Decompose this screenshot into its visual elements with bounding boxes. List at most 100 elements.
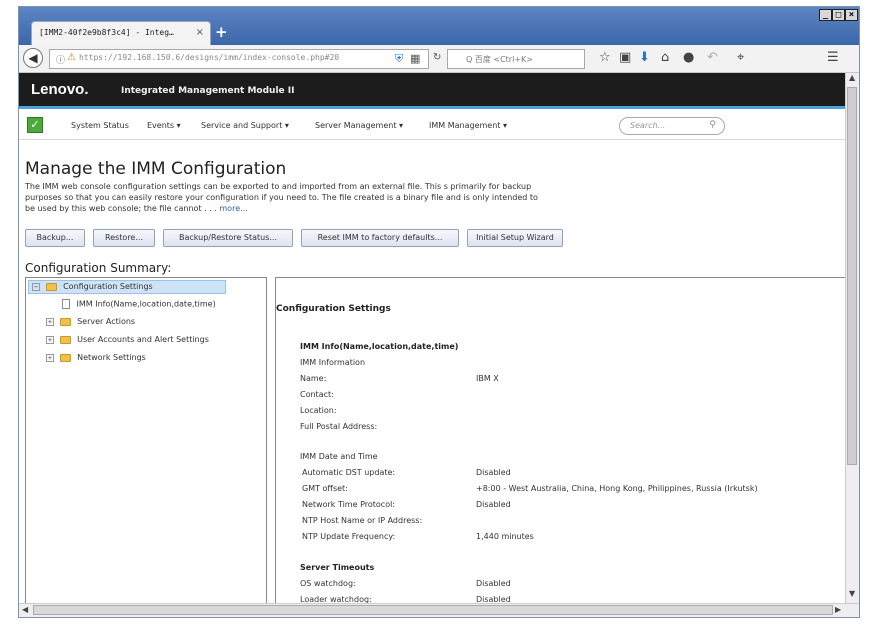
field-label-os-watchdog: OS watchdog: [300,579,356,588]
site-search-input[interactable]: Search... ⚲ [619,117,725,135]
description-line-2: purposes so that you can easily restore … [25,193,538,202]
reset-factory-defaults-button[interactable]: Reset IMM to factory defaults... [301,229,459,247]
tree-item-network-settings[interactable]: + Network Settings [46,353,146,362]
chat-icon[interactable]: ● [683,50,694,65]
menu-server-management[interactable]: Server Management ▾ [315,121,403,130]
undo-icon[interactable]: ↶ [707,50,718,65]
field-value-ntp: Disabled [476,500,511,509]
subhead-imm-information: IMM Information [300,358,366,367]
info-icon[interactable]: ⓘ [56,53,65,66]
expand-icon[interactable]: + [46,317,54,326]
expand-icon[interactable]: + [46,335,54,344]
tree-item-label: User Accounts and Alert Settings [77,335,209,344]
folder-open-icon [45,282,57,291]
shield-icon[interactable]: ⛨ [395,52,403,66]
field-label-name: Name: [300,374,327,383]
folder-icon [59,353,71,362]
collapse-icon[interactable]: − [32,282,40,291]
maximize-button[interactable]: □ [832,9,845,21]
menu-events[interactable]: Events ▾ [147,121,181,130]
screenshot-icon[interactable]: ⌖ [737,50,744,65]
browser-search-input[interactable]: Q 百度 <Ctrl+K> [447,49,585,69]
subhead-imm-date-time: IMM Date and Time [300,452,378,461]
app-header: Lenovo. Integrated Management Module II [19,73,845,109]
folder-icon [59,317,71,326]
expand-icon[interactable]: + [46,353,54,362]
reading-list-icon[interactable]: ▣ [619,50,631,65]
bookmark-star-icon[interactable]: ☆ [599,50,611,65]
field-label-ntp-frequency: NTP Update Frequency: [302,532,396,541]
more-link[interactable]: more... [219,204,247,213]
browser-window: _ □ × [IMM2-40f2e9b8f3c4] - Integ… × + ◀… [18,6,860,618]
section-server-timeouts: Server Timeouts [300,563,375,572]
close-window-button[interactable]: × [845,9,858,21]
field-value-name: IBM X [476,374,499,383]
description-line-3: be used by this web console; the file ca… [25,204,248,213]
tree-item-label: Network Settings [77,353,146,362]
backup-button[interactable]: Backup... [25,229,85,247]
url-text: https://192.168.150.6/designs/imm/index-… [79,53,340,62]
field-label-ntp-host: NTP Host Name or IP Address: [302,516,423,525]
field-label-contact: Contact: [300,390,334,399]
horizontal-scroll-thumb[interactable] [33,605,833,615]
backup-restore-status-button[interactable]: Backup/Restore Status... [163,229,293,247]
site-search-placeholder: Search... [630,121,666,130]
field-label-gmt-offset: GMT offset: [302,484,348,493]
download-icon[interactable]: ⬇ [639,50,650,65]
document-icon [62,299,70,309]
new-tab-button[interactable]: + [215,23,228,41]
browser-tab[interactable]: [IMM2-40f2e9b8f3c4] - Integ… × [31,21,211,45]
menu-icon[interactable]: ☰ [827,50,839,65]
menu-imm-management[interactable]: IMM Management ▾ [429,121,507,130]
field-value-ntp-frequency: 1,440 minutes [476,532,534,541]
tree-item-label: Server Actions [77,317,136,326]
field-value-os-watchdog: Disabled [476,579,511,588]
field-value-dst: Disabled [476,468,511,477]
back-button[interactable]: ◀ [23,48,43,68]
lock-warning-icon[interactable]: ⚠ [67,52,76,63]
lenovo-logo: Lenovo. [31,81,89,98]
field-label-postal-address: Full Postal Address: [300,422,378,431]
scroll-down-icon[interactable]: ▼ [849,589,855,598]
description-line-1: The IMM web console configuration settin… [25,182,532,191]
main-menu: ✓ System Status Events ▾ Service and Sup… [19,112,845,140]
field-label-location: Location: [300,406,337,415]
tree-item-imm-info[interactable]: IMM Info(Name,location,date,time) [62,299,216,309]
search-icon[interactable]: ⚲ [709,120,716,130]
field-label-ntp: Network Time Protocol: [302,500,395,509]
tree-item-label: Configuration Settings [63,282,153,291]
field-value-gmt-offset: +8:00 - West Australia, China, Hong Kong… [476,484,758,493]
reload-icon[interactable]: ↻ [433,52,441,63]
home-icon[interactable]: ⌂ [661,50,669,65]
qr-code-icon[interactable]: ▦ [410,52,420,65]
product-name: Integrated Management Module II [121,86,295,96]
title-bar: _ □ × [IMM2-40f2e9b8f3c4] - Integ… × + [19,7,859,45]
folder-icon [59,335,71,344]
restore-button[interactable]: Restore... [93,229,155,247]
menu-service-support[interactable]: Service and Support ▾ [201,121,289,130]
section-imm-info: IMM Info(Name,location,date,time) [300,342,459,351]
tree-item-server-actions[interactable]: + Server Actions [46,317,135,326]
config-details: Configuration Settings IMM Info(Name,loc… [275,277,845,617]
tree-item-user-accounts[interactable]: + User Accounts and Alert Settings [46,335,209,344]
navigation-bar: ◀ ⓘ ⚠ ⛨ ▦ https://192.168.150.6/designs/… [19,45,859,73]
tree-item-configuration-settings[interactable]: − Configuration Settings [28,280,226,294]
menu-system-status[interactable]: System Status [71,121,129,130]
field-label-dst: Automatic DST update: [302,468,396,477]
minimize-button[interactable]: _ [819,9,832,21]
config-tree: − Configuration Settings IMM Info(Name,l… [25,277,267,617]
vertical-scroll-thumb[interactable] [847,87,857,465]
initial-setup-wizard-button[interactable]: Initial Setup Wizard [467,229,563,247]
description-line-3-text: be used by this web console; the file ca… [25,204,217,213]
tab-close-icon[interactable]: × [196,27,204,38]
back-arrow-icon: ◀ [28,51,38,65]
summary-title: Configuration Summary: [25,261,172,275]
tree-item-label: IMM Info(Name,location,date,time) [76,299,216,309]
scroll-left-icon[interactable]: ◀ [22,605,28,614]
tab-title: [IMM2-40f2e9b8f3c4] - Integ… [39,28,174,37]
scroll-right-icon[interactable]: ▶ [835,605,841,614]
page-title: Manage the IMM Configuration [25,159,287,179]
status-ok-icon[interactable]: ✓ [27,117,43,133]
details-title: Configuration Settings [276,304,391,314]
scroll-up-icon[interactable]: ▲ [849,73,855,82]
